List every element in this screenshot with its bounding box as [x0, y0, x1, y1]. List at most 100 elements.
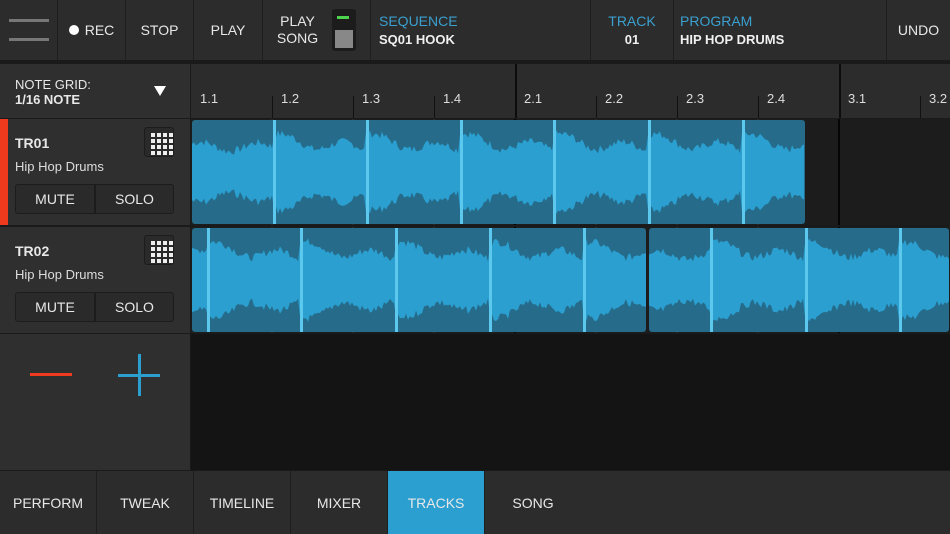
tab-label: TRACKS — [408, 495, 465, 511]
transient-marker — [583, 228, 586, 332]
ruler-tick — [677, 96, 678, 118]
tab-mixer[interactable]: MIXER — [291, 471, 388, 534]
tab-tweak[interactable]: TWEAK — [97, 471, 194, 534]
ruler-tick — [515, 64, 517, 118]
rec-dot-icon — [69, 25, 79, 35]
tab-song[interactable]: SONG — [485, 471, 582, 534]
toggle-switch-icon[interactable] — [332, 9, 356, 51]
transient-marker — [899, 228, 902, 332]
tab-tracks[interactable]: TRACKS — [388, 471, 485, 534]
mute-button[interactable]: MUTE — [15, 292, 95, 322]
ruler-label: 2.2 — [605, 91, 623, 106]
ruler-tick — [758, 96, 759, 118]
play-song-label-1: PLAY — [277, 13, 318, 30]
empty-track-area — [191, 334, 950, 470]
tab-label: MIXER — [317, 495, 361, 511]
ruler-label: 1.3 — [362, 91, 380, 106]
track-header[interactable]: TR02 Hip Hop Drums MUTE SOLO — [0, 227, 190, 333]
ruler-label: 1.1 — [200, 91, 218, 106]
ruler-label: 1.2 — [281, 91, 299, 106]
track-name: TR02 — [15, 243, 49, 259]
program-selector[interactable]: PROGRAMHIP HOP DRUMS — [674, 0, 887, 60]
audio-clip[interactable] — [192, 228, 646, 332]
rec-button[interactable]: REC — [58, 0, 126, 60]
sequence-value: SQ01 HOOK — [379, 32, 458, 47]
transient-marker — [273, 120, 276, 224]
add-track-button[interactable] — [118, 354, 160, 396]
transient-marker — [742, 120, 745, 224]
ruler-label: 2.4 — [767, 91, 785, 106]
solo-label: SOLO — [115, 299, 154, 315]
solo-label: SOLO — [115, 191, 154, 207]
solo-button[interactable]: SOLO — [95, 292, 174, 322]
menu-icon — [9, 19, 49, 41]
play-song-label-2: SONG — [277, 30, 318, 47]
track-header[interactable]: TR01 Hip Hop Drums MUTE SOLO — [0, 119, 190, 225]
tab-label: SONG — [512, 495, 553, 511]
tab-label: TIMELINE — [210, 495, 275, 511]
transient-marker — [553, 120, 556, 224]
mute-label: MUTE — [35, 191, 75, 207]
ruler-tick — [920, 96, 921, 118]
mute-label: MUTE — [35, 299, 75, 315]
tab-label: TWEAK — [120, 495, 170, 511]
solo-button[interactable]: SOLO — [95, 184, 174, 214]
ruler-label: 3.1 — [848, 91, 866, 106]
mute-button[interactable]: MUTE — [15, 184, 95, 214]
ruler-tick — [596, 96, 597, 118]
rec-label: REC — [85, 22, 115, 38]
play-button[interactable]: PLAY — [194, 0, 263, 60]
audio-clip[interactable] — [649, 228, 949, 332]
track-lane[interactable] — [191, 119, 950, 225]
tab-bar-filler — [581, 471, 950, 534]
track-lane[interactable] — [191, 227, 950, 333]
track-add-remove-panel — [0, 334, 190, 470]
pad-grid-button[interactable] — [144, 127, 174, 157]
track-program: Hip Hop Drums — [15, 159, 104, 174]
transient-marker — [395, 228, 398, 332]
ruler-label: 2.3 — [686, 91, 704, 106]
tab-perform[interactable]: PERFORM — [0, 471, 97, 534]
stop-button[interactable]: STOP — [126, 0, 194, 60]
dropdown-arrow-icon — [154, 86, 166, 96]
play-song-button[interactable]: PLAYSONG — [263, 0, 371, 60]
track-selector[interactable]: TRACK 01 — [591, 0, 674, 60]
program-value: HIP HOP DRUMS — [680, 32, 784, 47]
minus-icon — [30, 373, 72, 376]
transport-bar: REC STOP PLAY PLAYSONG SEQUENCESQ01 HOOK… — [0, 0, 950, 60]
remove-track-button[interactable] — [30, 373, 72, 379]
ruler-label: 1.4 — [443, 91, 461, 106]
selected-indicator — [0, 119, 8, 225]
note-grid-value: 1/16 NOTE — [15, 92, 91, 107]
transient-marker — [648, 120, 651, 224]
pad-grid-button[interactable] — [144, 235, 174, 265]
track-value: 01 — [608, 32, 655, 47]
ruler-label: 3.2 — [929, 91, 947, 106]
undo-label: UNDO — [898, 22, 939, 38]
transient-marker — [366, 120, 369, 224]
audio-clip[interactable] — [192, 120, 805, 224]
ruler-tick — [272, 96, 273, 118]
track-label: TRACK — [608, 13, 655, 29]
track-program: Hip Hop Drums — [15, 267, 104, 282]
track-name: TR01 — [15, 135, 49, 151]
sequence-selector[interactable]: SEQUENCE SQ01 HOOK — [371, 0, 591, 60]
ruler-tick — [353, 96, 354, 118]
transient-marker — [710, 228, 713, 332]
tab-timeline[interactable]: TIMELINE — [194, 471, 291, 534]
stop-label: STOP — [141, 22, 179, 38]
timeline-ruler[interactable]: 1.1 1.2 1.3 1.4 2.1 2.2 2.3 2.4 3.1 3.2 — [191, 64, 950, 118]
ruler-tick — [434, 96, 435, 118]
sequence-label: SEQUENCE — [379, 13, 458, 29]
play-label: PLAY — [211, 22, 246, 38]
transient-marker — [489, 228, 492, 332]
note-grid-selector[interactable]: NOTE GRID:1/16 NOTE — [0, 64, 190, 118]
menu-button[interactable] — [0, 0, 58, 60]
ruler-label: 2.1 — [524, 91, 542, 106]
transient-marker — [805, 228, 808, 332]
transient-marker — [300, 228, 303, 332]
undo-button[interactable]: UNDO — [887, 0, 950, 60]
tab-label: PERFORM — [13, 495, 83, 511]
ruler-tick — [839, 64, 841, 118]
note-grid-label: NOTE GRID: — [15, 77, 91, 92]
